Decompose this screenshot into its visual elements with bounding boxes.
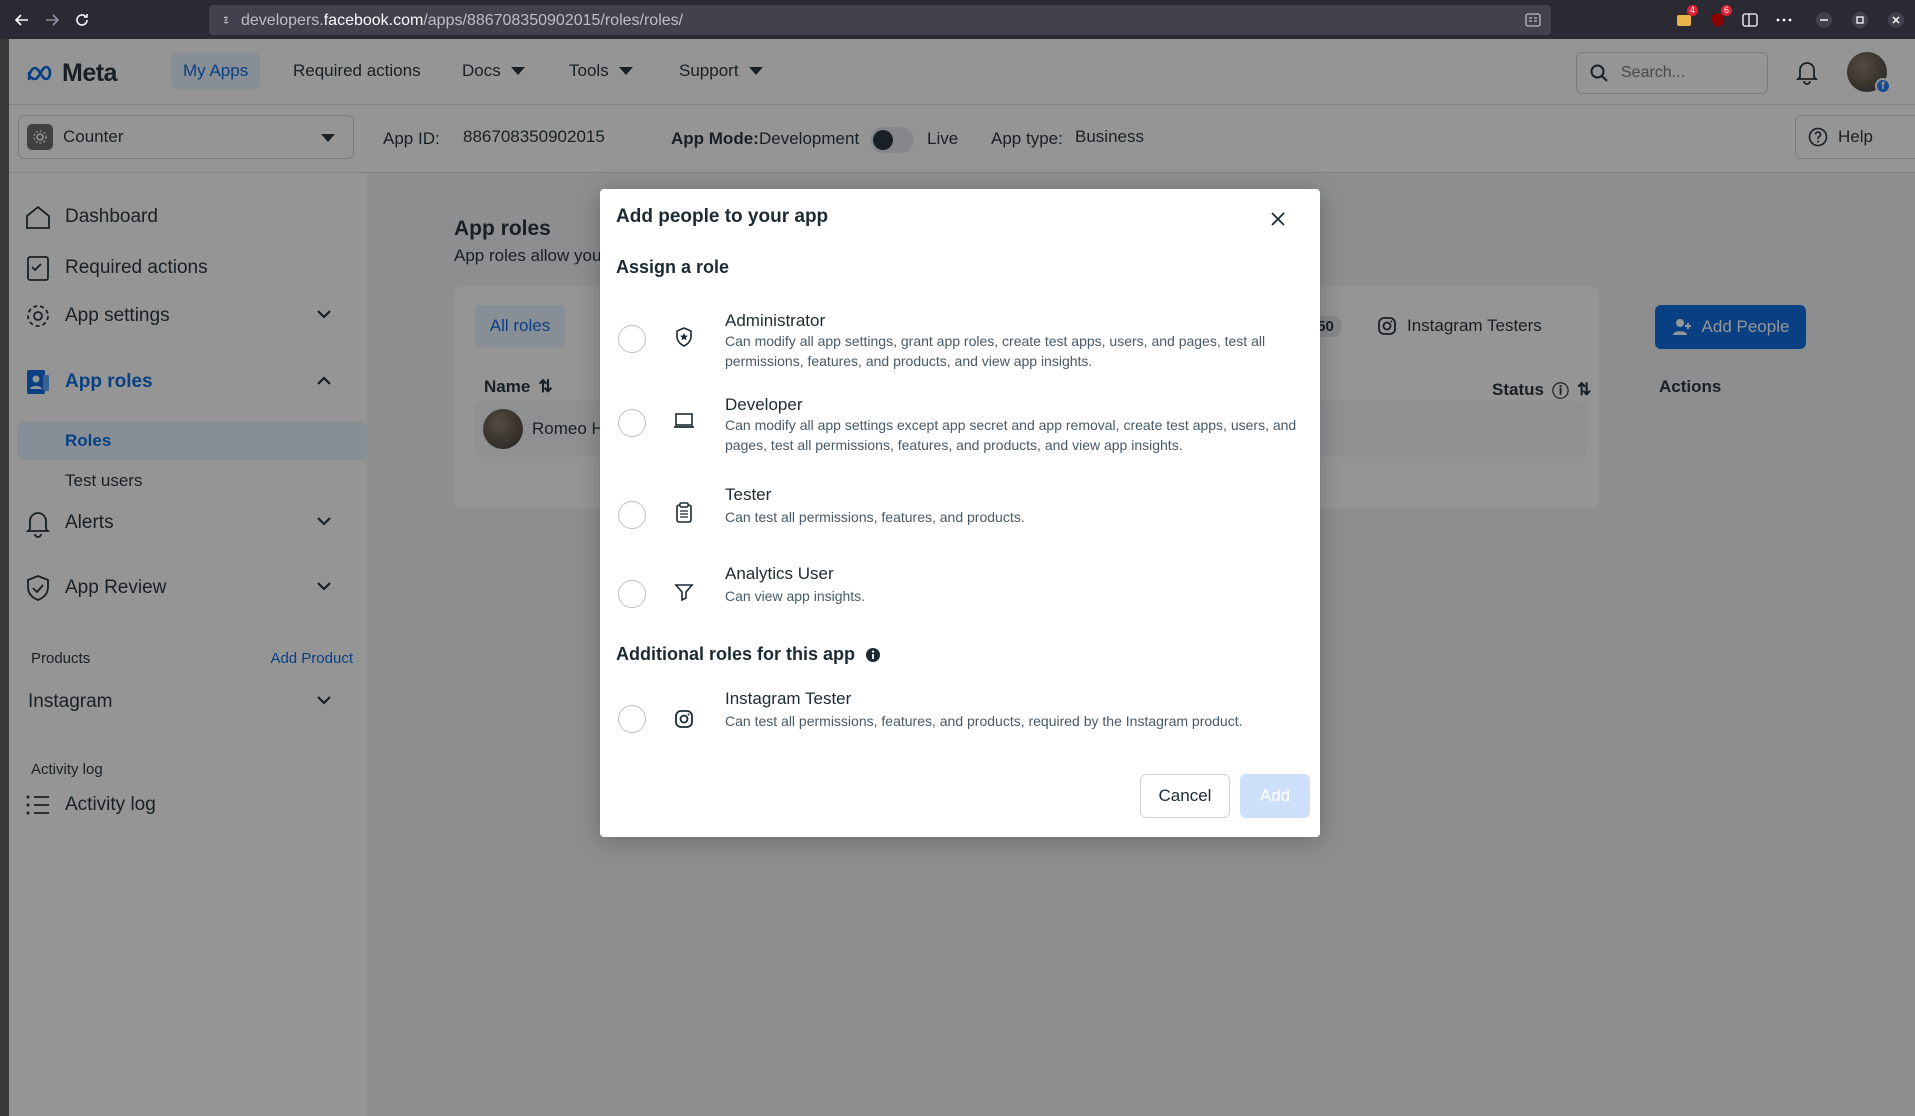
info-icon[interactable] — [865, 647, 881, 663]
laptop-icon — [672, 409, 696, 433]
role-name: Developer — [725, 395, 803, 414]
role-description: Can test all permissions, features, and … — [725, 509, 1025, 525]
forward-arrow-icon — [46, 14, 60, 26]
reader-view-icon[interactable] — [1525, 13, 1541, 27]
minimize-icon — [1816, 12, 1832, 28]
close-window-icon — [1888, 12, 1904, 28]
browser-toolbar: developers.facebook.com/apps/88670835090… — [0, 0, 1915, 39]
role-name: Analytics User — [725, 564, 834, 583]
role-name: Tester — [725, 485, 772, 504]
minimize-button[interactable] — [1812, 8, 1836, 32]
extension-badge: 6 — [1720, 5, 1732, 16]
radio-analytics-user[interactable] — [618, 580, 646, 608]
role-name: Administrator — [725, 311, 826, 330]
role-name: Instagram Tester — [725, 689, 852, 708]
shield-star-icon — [672, 325, 696, 349]
reload-icon — [76, 14, 88, 26]
sidebar-toggle-button[interactable] — [1738, 8, 1762, 32]
url-bar[interactable]: developers.facebook.com/apps/88670835090… — [209, 5, 1551, 35]
extension-1-button[interactable]: 4 — [1672, 5, 1698, 32]
forward-button[interactable] — [40, 8, 64, 32]
close-button[interactable] — [1266, 207, 1290, 231]
additional-roles-heading: Additional roles for this app — [616, 644, 881, 665]
extension-2-button[interactable]: 6 — [1706, 5, 1732, 32]
back-button[interactable] — [10, 8, 34, 32]
radio-instagram-tester[interactable] — [618, 705, 646, 733]
role-description: Can modify all app settings, grant app r… — [725, 333, 1266, 369]
more-icon — [1776, 18, 1792, 22]
reload-button[interactable] — [70, 8, 94, 32]
dialog-title: Add people to your app — [616, 206, 829, 227]
funnel-icon — [672, 580, 696, 604]
restore-icon — [1852, 12, 1868, 28]
page: Meta My Apps Required actions Docs Tools… — [9, 39, 1915, 1116]
role-description: Can view app insights. — [725, 588, 866, 604]
add-people-dialog: Add people to your app Assign a role Adm… — [600, 189, 1320, 837]
instagram-icon — [672, 707, 696, 731]
restore-button[interactable] — [1848, 8, 1872, 32]
menu-button[interactable] — [1772, 8, 1796, 32]
back-arrow-icon — [14, 14, 28, 26]
close-window-button[interactable] — [1884, 8, 1908, 32]
close-icon — [1271, 212, 1285, 226]
url-text: developers.facebook.com/apps/88670835090… — [241, 12, 684, 29]
cancel-button[interactable]: Cancel — [1140, 774, 1230, 818]
radio-tester[interactable] — [618, 501, 646, 529]
radio-administrator[interactable] — [618, 325, 646, 353]
clipboard-icon — [672, 501, 696, 525]
radio-developer[interactable] — [618, 409, 646, 437]
extension-badge: 4 — [1686, 5, 1698, 16]
site-info-icon[interactable] — [219, 13, 233, 27]
sidebar-icon — [1742, 13, 1758, 27]
role-description: Can test all permissions, features, and … — [725, 713, 1243, 729]
assign-role-heading: Assign a role — [616, 257, 730, 277]
add-button[interactable]: Add — [1240, 774, 1310, 818]
role-description: Can modify all app settings except app s… — [725, 417, 1297, 453]
